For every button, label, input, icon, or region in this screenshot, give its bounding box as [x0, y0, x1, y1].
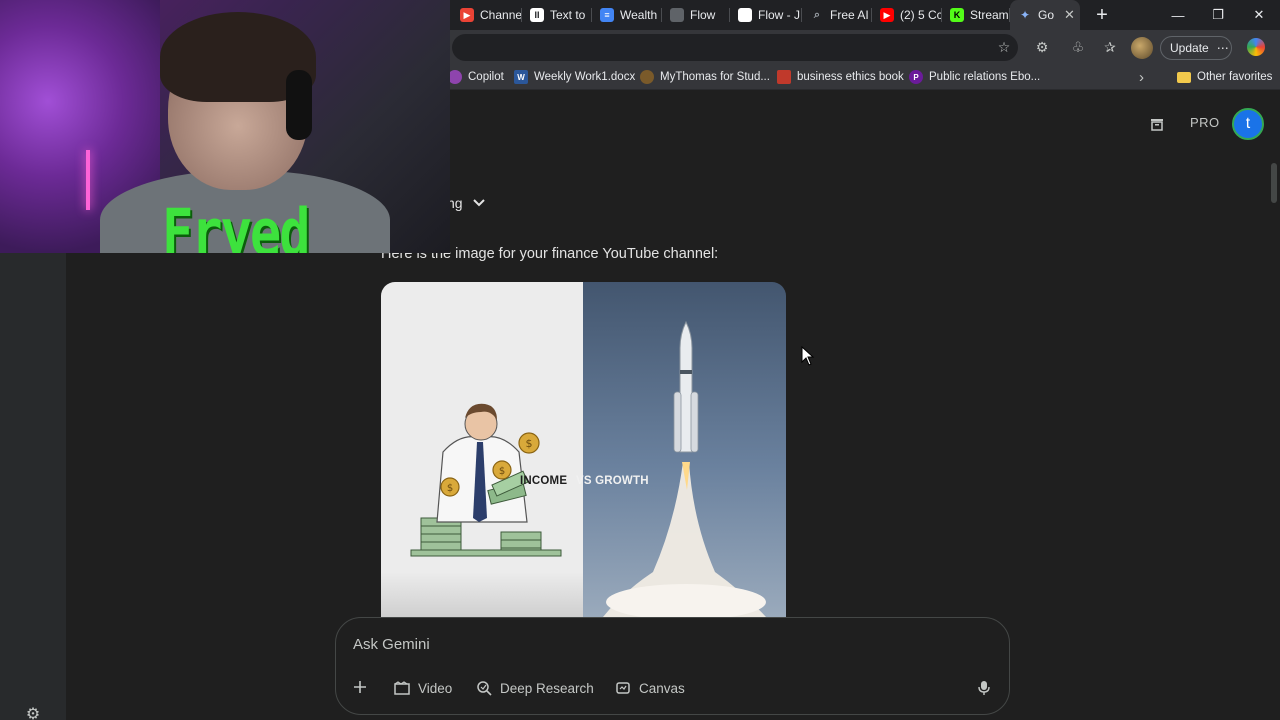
deep-research-tool-button[interactable]: Deep Research	[476, 677, 594, 699]
tab-flow[interactable]: Flow	[662, 0, 730, 30]
saved-info-icon[interactable]	[1146, 113, 1168, 135]
image-caption-income: INCOME	[520, 475, 568, 487]
prompt-composer	[335, 617, 1010, 715]
generated-image[interactable]: $ $ $ INCOME VS GROWTH	[381, 282, 786, 617]
streamer-name-overlay: Fryed	[162, 196, 311, 253]
kick-icon: K	[950, 8, 964, 22]
address-bar[interactable]	[452, 34, 1018, 61]
video-tool-button[interactable]: Video	[394, 677, 452, 699]
bookmark-business-ethics[interactable]: business ethics book	[777, 68, 904, 86]
stack-icon	[1151, 119, 1163, 131]
tab-channel[interactable]: ▶ Channe	[452, 0, 522, 30]
restore-button[interactable]: ❐	[1198, 0, 1238, 30]
tab-free-ai[interactable]: ⌕ Free AI	[802, 0, 872, 30]
more-icon: ⋯	[1216, 41, 1229, 55]
mouse-cursor-icon	[801, 346, 815, 366]
settings-gear-icon[interactable]: ⚙	[23, 704, 43, 720]
copilot-icon	[448, 70, 462, 84]
update-button[interactable]: Update ⋯	[1160, 36, 1232, 60]
bookmarks-overflow-chevron-icon[interactable]: ›	[1139, 68, 1144, 86]
pdf-icon	[777, 70, 791, 84]
new-tab-button[interactable]: +	[1088, 1, 1116, 29]
search-icon: ⌕	[813, 8, 821, 21]
tab-stream[interactable]: K Stream	[942, 0, 1010, 30]
image-caption-growth: VS GROWTH	[576, 475, 649, 487]
favorites-icon[interactable]: ✰	[1098, 36, 1122, 58]
pause-icon: II	[530, 8, 544, 22]
bookmark-weekly-work[interactable]: W Weekly Work1.docx	[514, 68, 635, 86]
businessman-illustration: $ $ $	[410, 403, 562, 557]
plan-badge[interactable]: PRO	[1190, 115, 1220, 130]
image-left-panel: $ $ $	[381, 282, 583, 617]
add-attachment-button[interactable]	[349, 676, 371, 698]
canvas-icon	[616, 682, 630, 694]
microphone-button[interactable]	[974, 677, 994, 699]
canvas-tool-button[interactable]: Canvas	[615, 677, 685, 699]
bookmark-copilot[interactable]: Copilot	[448, 68, 504, 86]
folder-icon	[1177, 71, 1191, 83]
p-icon: P	[909, 70, 923, 84]
youtube-icon: ▶	[460, 8, 474, 22]
image-fade	[381, 572, 583, 617]
gemini-sparkle-icon: ✦	[1019, 8, 1031, 22]
svg-text:$: $	[447, 483, 453, 494]
browser-essentials-icon[interactable]: ♧	[1066, 36, 1090, 58]
webcam-neon-light	[86, 150, 90, 210]
video-clapper-icon	[394, 681, 410, 695]
page-icon	[738, 8, 752, 22]
microphone-icon	[978, 681, 990, 695]
deep-research-icon	[477, 681, 492, 696]
image-right-panel	[583, 282, 786, 617]
extensions-icon[interactable]: ⚙	[1030, 36, 1054, 58]
youtube-icon: ▶	[880, 8, 894, 22]
copilot-icon[interactable]	[1244, 36, 1268, 58]
bookmark-mythomas[interactable]: MyThomas for Stud...	[640, 68, 770, 86]
plus-icon	[354, 681, 366, 693]
webcam-overlay: Fryed	[0, 0, 450, 253]
tab-text-to[interactable]: II Text to	[522, 0, 592, 30]
folder-icon	[670, 8, 684, 22]
tab-youtube[interactable]: ▶ (2) 5 Cc	[872, 0, 942, 30]
star-icon[interactable]: ☆	[992, 36, 1016, 58]
tab-wealth[interactable]: ≡ Wealth	[592, 0, 662, 30]
close-window-button[interactable]: ✕	[1239, 0, 1279, 30]
svg-text:$: $	[526, 437, 533, 450]
seal-icon	[640, 70, 654, 84]
bookmark-public-relations[interactable]: P Public relations Ebo...	[909, 68, 1040, 86]
ask-gemini-input[interactable]	[353, 634, 953, 654]
word-icon: W	[514, 70, 528, 84]
bookmark-other-favorites[interactable]: Other favorites	[1177, 68, 1272, 86]
rocket-illustration	[603, 320, 766, 617]
headset-icon	[286, 70, 312, 140]
doc-icon: ≡	[600, 8, 614, 22]
profile-avatar[interactable]	[1131, 37, 1153, 59]
show-thinking-toggle[interactable]: ng	[447, 195, 485, 211]
svg-text:$: $	[499, 466, 505, 477]
close-tab-icon[interactable]: ✕	[1064, 7, 1075, 23]
tab-flow-j[interactable]: Flow - J	[730, 0, 802, 30]
minimize-button[interactable]: —	[1158, 0, 1198, 30]
scrollbar-thumb[interactable]	[1271, 163, 1277, 203]
chevron-down-icon	[472, 199, 485, 207]
user-avatar[interactable]: t	[1232, 108, 1264, 140]
tab-gemini-active[interactable]: ✦ Go ✕	[1010, 0, 1080, 30]
